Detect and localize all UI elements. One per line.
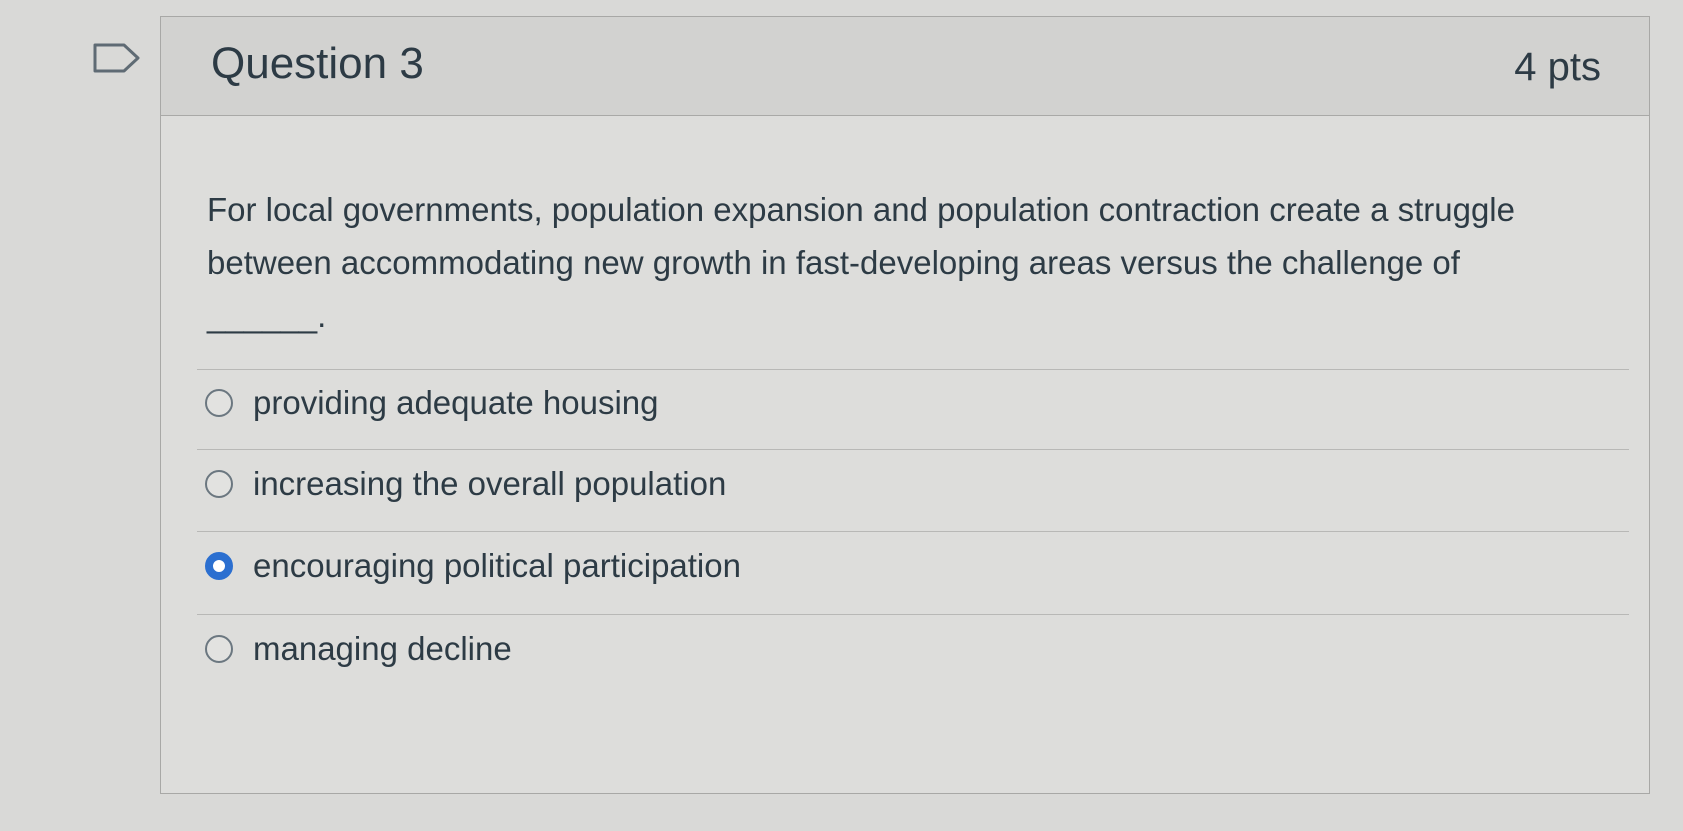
answer-divider	[197, 531, 1629, 532]
answer-option-4[interactable]: managing decline	[205, 619, 512, 679]
answer-label: managing decline	[253, 630, 512, 667]
radio-unchecked-icon[interactable]	[205, 389, 233, 417]
question-title: Question 3	[211, 39, 424, 88]
answer-divider	[197, 449, 1629, 450]
radio-unchecked-icon[interactable]	[205, 635, 233, 663]
flag-question-icon[interactable]	[92, 42, 142, 74]
answer-label: encouraging political participation	[253, 547, 741, 584]
answer-option-1[interactable]: providing adequate housing	[205, 373, 659, 433]
question-header: Question 3 4 pts	[161, 17, 1649, 116]
answer-label: increasing the overall population	[253, 465, 727, 502]
answers-divider	[197, 369, 1629, 370]
answer-option-3[interactable]: encouraging political participation	[205, 536, 741, 596]
question-text: For local governments, population expans…	[207, 191, 1515, 334]
answer-label: providing adequate housing	[253, 384, 659, 421]
question-points: 4 pts	[1514, 45, 1601, 89]
answer-option-2[interactable]: increasing the overall population	[205, 454, 726, 514]
radio-checked-icon[interactable]	[205, 552, 233, 580]
answer-divider	[197, 614, 1629, 615]
question-card: Question 3 4 pts For local governments, …	[160, 16, 1650, 794]
radio-unchecked-icon[interactable]	[205, 470, 233, 498]
